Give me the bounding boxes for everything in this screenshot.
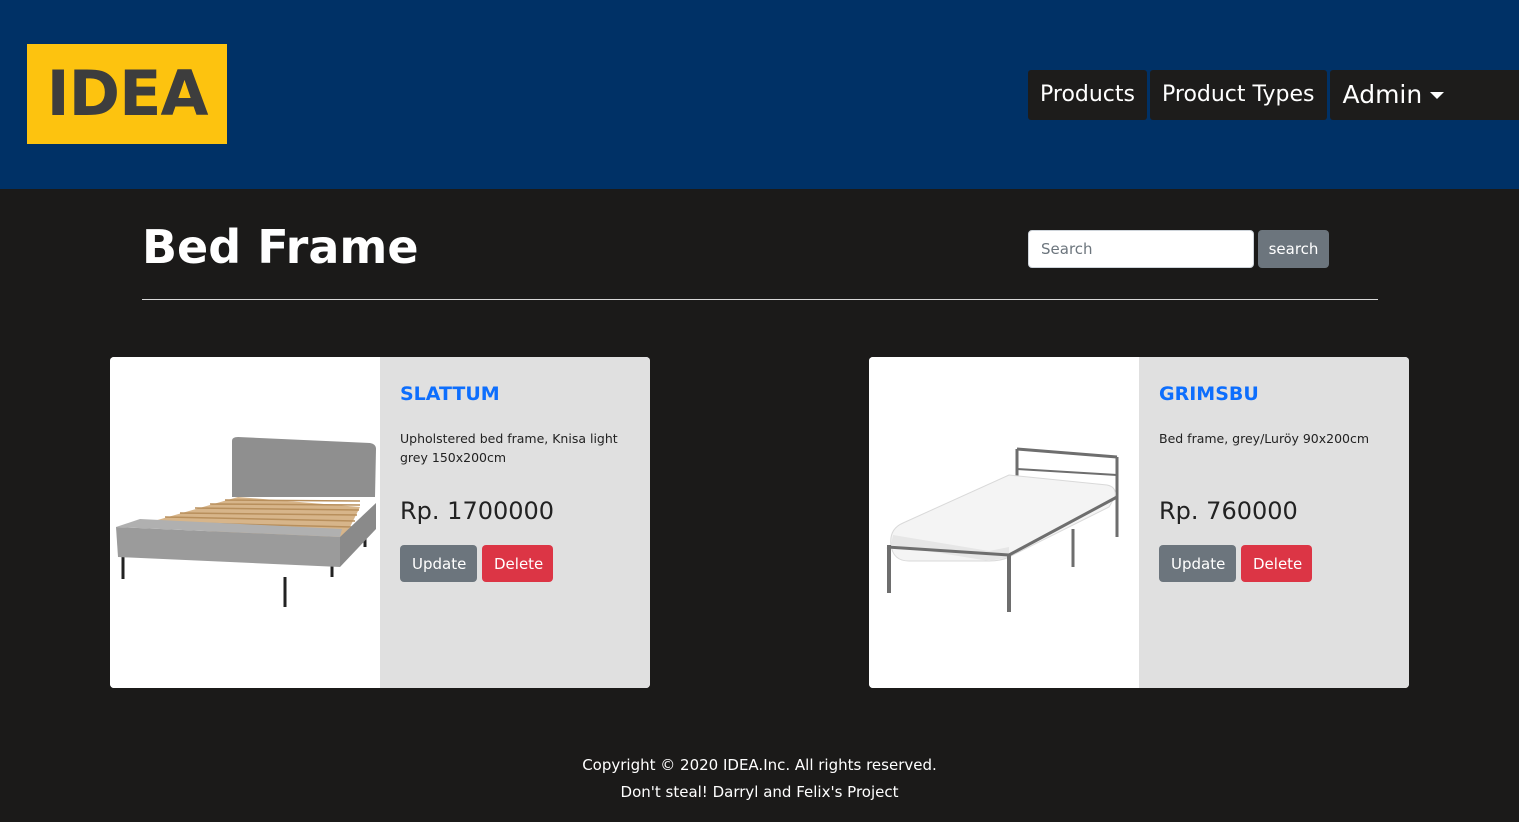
product-name[interactable]: GRIMSBU bbox=[1159, 383, 1259, 405]
top-header: IDEA Products Product Types Admin bbox=[0, 0, 1519, 189]
update-button[interactable]: Update bbox=[400, 545, 477, 582]
product-image-grimsbu bbox=[869, 357, 1139, 688]
copyright-text: Copyright © 2020 IDEA.Inc. All rights re… bbox=[582, 756, 937, 774]
product-image-slattum bbox=[110, 357, 380, 688]
page-title: Bed Frame bbox=[142, 220, 419, 274]
main-nav: Products Product Types Admin bbox=[1028, 70, 1519, 120]
nav-admin-label: Admin bbox=[1342, 80, 1423, 109]
product-description: Bed frame, grey/Luröy 90x200cm bbox=[1159, 431, 1370, 446]
product-price: Rp. 760000 bbox=[1159, 497, 1298, 525]
footer: Copyright © 2020 IDEA.Inc. All rights re… bbox=[0, 752, 1519, 806]
search-button[interactable]: search bbox=[1258, 230, 1329, 268]
divider bbox=[142, 299, 1378, 300]
product-card: GRIMSBU Bed frame, grey/Luröy 90x200cm R… bbox=[869, 357, 1409, 688]
product-price: Rp. 1700000 bbox=[400, 497, 555, 525]
update-button[interactable]: Update bbox=[1159, 545, 1236, 582]
caret-down-icon bbox=[1429, 92, 1444, 99]
product-details: SLATTUM Upholstered bed frame, Knisa lig… bbox=[380, 357, 650, 688]
delete-button[interactable]: Delete bbox=[1241, 545, 1312, 582]
nav-products[interactable]: Products bbox=[1028, 70, 1147, 120]
search-input[interactable] bbox=[1028, 230, 1254, 268]
product-details: GRIMSBU Bed frame, grey/Luröy 90x200cm R… bbox=[1139, 357, 1409, 688]
product-description: Upholstered bed frame, Knisa light grey … bbox=[400, 431, 618, 465]
logo[interactable]: IDEA bbox=[27, 44, 227, 144]
nav-product-types[interactable]: Product Types bbox=[1150, 70, 1327, 120]
nav-admin-dropdown[interactable]: Admin bbox=[1329, 70, 1519, 120]
product-name[interactable]: SLATTUM bbox=[400, 383, 500, 405]
product-card: SLATTUM Upholstered bed frame, Knisa lig… bbox=[110, 357, 650, 688]
footer-note: Don't steal! Darryl and Felix's Project bbox=[620, 783, 899, 801]
delete-button[interactable]: Delete bbox=[482, 545, 553, 582]
